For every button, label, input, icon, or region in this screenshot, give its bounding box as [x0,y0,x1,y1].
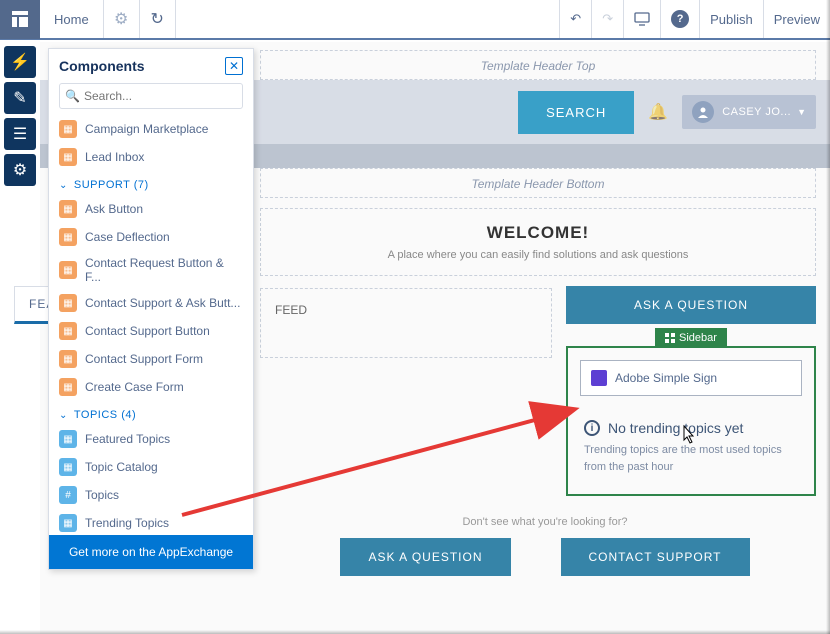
welcome-region[interactable]: WELCOME! A place where you can easily fi… [260,208,816,276]
search-icon: 🔍 [65,89,80,103]
welcome-title: WELCOME! [275,223,801,243]
components-panel: Components ✕ 🔍 ▦Campaign Marketplace ▦Le… [48,48,254,570]
rail-settings-icon[interactable]: ⚙ [4,154,36,186]
bottom-ask-button[interactable]: ASK A QUESTION [340,538,510,576]
avatar-icon [692,101,714,123]
search-button[interactable]: SEARCH [518,91,634,134]
region-label: Template Header Bottom [261,169,815,199]
panel-title: Components [59,58,225,74]
info-icon: i [584,420,600,436]
username-label: CASEY JO... [722,106,791,118]
component-item[interactable]: ▦Contact Support Form [49,345,253,373]
publish-button[interactable]: Publish [699,0,763,38]
component-item[interactable]: ▦Topic Catalog [49,453,253,481]
app-icon[interactable] [0,0,40,39]
chevron-down-icon: ▼ [797,107,806,117]
top-toolbar: Home ⚙ ↻ ↶ ↷ ? Publish Preview [0,0,830,40]
dropped-component[interactable]: Adobe Simple Sign [580,360,802,396]
help-icon[interactable]: ? [660,0,699,38]
template-header-bottom-region[interactable]: Template Header Bottom [260,168,816,198]
component-search: 🔍 [59,83,243,109]
desktop-icon[interactable] [623,0,660,38]
breadcrumb-home[interactable]: Home [40,0,104,38]
component-item[interactable]: ▦Create Case Form [49,373,253,401]
rail-pages-icon[interactable]: ☰ [4,118,36,150]
appexchange-link[interactable]: Get more on the AppExchange [49,535,253,569]
chevron-down-icon: ⌄ [59,180,68,191]
panel-scroll[interactable]: ▦Campaign Marketplace ▦Lead Inbox ⌄SUPPO… [49,115,253,535]
component-item[interactable]: ▦Campaign Marketplace [49,115,253,143]
component-item[interactable]: ▦Case Deflection [49,223,253,251]
region-label: Template Header Top [261,51,815,81]
redo-icon[interactable]: ↷ [591,0,623,38]
sidebar-drop-zone[interactable]: Adobe Simple Sign i No trending topics y… [566,346,816,496]
component-item[interactable]: ▦Ask Button [49,195,253,223]
component-item[interactable]: ▦Contact Support & Ask Butt... [49,289,253,317]
gear-icon[interactable]: ⚙ [104,0,140,38]
notification-bell-icon[interactable]: 🔔 [648,102,668,122]
component-item[interactable]: ▦Trending Topics [49,509,253,535]
feed-region[interactable]: FEED [260,288,552,358]
shadow-decoration [826,0,830,634]
cursor-icon [678,424,698,451]
dropped-label: Adobe Simple Sign [615,371,717,385]
component-item[interactable]: ▦Lead Inbox [49,143,253,171]
welcome-subtitle: A place where you can easily find soluti… [275,249,801,261]
preview-button[interactable]: Preview [763,0,830,38]
notopics-title: No trending topics yet [608,420,743,436]
group-topics[interactable]: ⌄TOPICS (4) [49,401,253,425]
search-input[interactable] [59,83,243,109]
sidebar-region-tag[interactable]: Sidebar [655,328,727,348]
bottom-helper-text: Don't see what you're looking for? [260,516,830,528]
undo-icon[interactable]: ↶ [559,0,591,38]
grid-icon [665,333,675,343]
bottom-contact-button[interactable]: CONTACT SUPPORT [561,538,750,576]
component-item[interactable]: #Topics [49,481,253,509]
component-item[interactable]: ▦Contact Support Button [49,317,253,345]
group-support[interactable]: ⌄SUPPORT (7) [49,171,253,195]
template-header-top-region[interactable]: Template Header Top [260,50,816,80]
chevron-down-icon: ⌄ [59,410,68,421]
close-icon[interactable]: ✕ [225,57,243,75]
adobe-icon [591,370,607,386]
component-item[interactable]: ▦Contact Request Button & F... [49,251,253,289]
rail-theme-icon[interactable]: ✎ [4,82,36,114]
user-menu[interactable]: CASEY JO... ▼ [682,95,816,129]
refresh-icon[interactable]: ↻ [140,0,176,38]
rail-components-icon[interactable]: ⚡ [4,46,36,78]
shadow-decoration [0,630,830,634]
left-rail: ⚡ ✎ ☰ ⚙ [0,42,40,190]
component-item[interactable]: ▦Featured Topics [49,425,253,453]
ask-question-button[interactable]: ASK A QUESTION [566,286,816,324]
